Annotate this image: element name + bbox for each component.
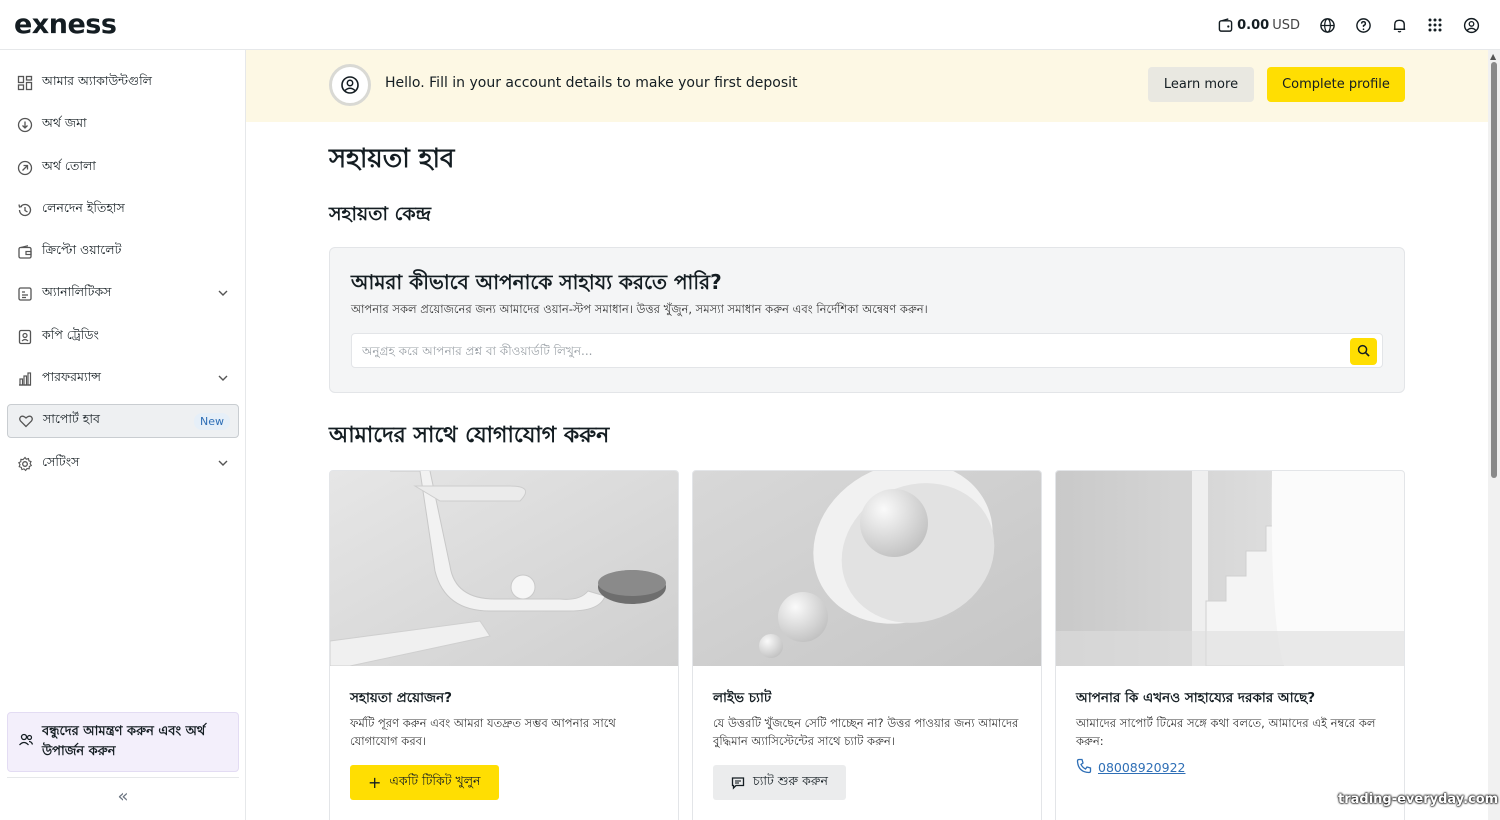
bell-icon[interactable]	[1390, 16, 1408, 34]
history-icon	[17, 202, 33, 218]
plus-icon: +	[368, 773, 382, 792]
scroll-up-arrow-icon[interactable]: ▲	[1490, 52, 1496, 61]
phone-number: 08008920922	[1098, 760, 1186, 775]
sidebar: আমার অ্যাকাউন্টগুলি অর্থ জমা অর্থ তোলা ল…	[0, 50, 246, 820]
wallet-icon	[17, 244, 33, 260]
card-title: আপনার কি এখনও সাহায্যের দরকার আছে?	[1076, 690, 1316, 706]
search-input[interactable]	[362, 334, 1342, 367]
phone-support-card: আপনার কি এখনও সাহায্যের দরকার আছে? আমাদে…	[1055, 470, 1405, 820]
double-chevron-left-icon: «	[117, 786, 129, 807]
card-illustration-stairs	[1056, 471, 1404, 666]
sidebar-item-label: ক্রিপ্টো ওয়ালেট	[42, 242, 122, 258]
chevron-down-icon[interactable]	[217, 287, 229, 302]
card-description: আমাদের সাপোর্ট টিমের সঙ্গে কথা বলতে, আমা…	[1076, 716, 1376, 748]
exness-logo[interactable]: exness	[14, 9, 117, 40]
card-description: যে উত্তরটি খুঁজছেন সেটি পাচ্ছেন না? উত্ত…	[713, 716, 1019, 748]
sidebar-item-label: অর্থ তোলা	[42, 157, 96, 173]
search-card-subtitle: আপনার সকল প্রয়োজনের জন্য আমাদের ওয়ান-স…	[351, 302, 928, 316]
sidebar-item-settings[interactable]: সেটিংস	[7, 447, 239, 481]
help-center-heading: সহায়তা কেন্দ্র	[329, 203, 431, 225]
page-title: সহায়তা হাব	[329, 144, 455, 174]
sidebar-item-my-accounts[interactable]: আমার অ্যাকাউন্টগুলি	[7, 66, 239, 100]
search-icon	[1357, 342, 1370, 361]
top-right-controls: 0.00 USD	[1216, 0, 1480, 50]
sidebar-item-label: কপি ট্রেডিং	[42, 326, 99, 342]
sidebar-item-withdraw[interactable]: অর্থ তোলা	[7, 151, 239, 185]
copy-trading-icon	[17, 329, 33, 345]
chevron-down-icon[interactable]	[217, 372, 229, 387]
analytics-icon	[17, 286, 33, 302]
sidebar-item-label: লেনদেন ইতিহাস	[42, 199, 125, 215]
live-chat-card: লাইভ চ্যাট যে উত্তরটি খুঁজছেন সেটি পাচ্ছ…	[692, 470, 1042, 820]
heart-icon	[18, 413, 34, 429]
grid-icon	[17, 75, 33, 91]
sidebar-item-crypto-wallet[interactable]: ক্রিপ্টো ওয়ালেট	[7, 235, 239, 269]
sidebar-item-deposit[interactable]: অর্থ জমা	[7, 108, 239, 142]
card-illustration-spheres	[693, 471, 1041, 666]
card-description: ফর্মটি পূরণ করুন এবং আমরা যতদ্রুত সম্ভব …	[350, 716, 616, 748]
main-content: Hello. Fill in your account details to m…	[246, 50, 1488, 820]
profile-avatar-icon	[329, 64, 371, 106]
open-ticket-button[interactable]: + একটি টিকিট খুলুন	[350, 765, 499, 800]
start-chat-button[interactable]: চ্যাট শুরু করুন	[713, 765, 846, 800]
sidebar-item-analytics[interactable]: অ্যানালিটিকস	[7, 277, 239, 311]
balance-amount: 0.00	[1237, 17, 1270, 33]
banner-message: Hello. Fill in your account details to m…	[385, 75, 798, 91]
sidebar-item-label: পারফরম্যান্স	[42, 369, 102, 385]
sidebar-item-label: অ্যানালিটিকস	[42, 284, 112, 300]
search-card: আমরা কীভাবে আপনাকে সাহায্য করতে পারি? আপ…	[329, 247, 1405, 393]
search-button[interactable]	[1350, 338, 1377, 365]
globe-icon[interactable]	[1318, 16, 1336, 34]
deposit-icon	[17, 117, 33, 133]
invite-friends-banner[interactable]: বন্ধুদের আমন্ত্রণ করুন এবং অর্থ উপার্জন …	[7, 712, 239, 772]
chevron-down-icon[interactable]	[217, 457, 229, 472]
sidebar-item-performance[interactable]: পারফরম্যান্স	[7, 362, 239, 396]
sidebar-item-history[interactable]: লেনদেন ইতিহাস	[7, 193, 239, 227]
support-ticket-card: সহায়তা প্রয়োজন? ফর্মটি পূরণ করুন এবং আ…	[329, 470, 679, 820]
help-icon[interactable]	[1354, 16, 1372, 34]
collapse-sidebar-button[interactable]: «	[7, 777, 239, 815]
card-illustration-tracks	[330, 471, 678, 666]
sidebar-nav: আমার অ্যাকাউন্টগুলি অর্থ জমা অর্থ তোলা ল…	[7, 66, 239, 489]
apps-grid-icon[interactable]	[1426, 16, 1444, 34]
watermark-text: trading-everyday.com	[1338, 792, 1499, 807]
performance-icon	[17, 371, 33, 387]
search-box	[351, 333, 1383, 368]
top-bar: exness 0.00 USD	[0, 0, 1500, 50]
chat-icon	[731, 776, 745, 790]
contact-us-heading: আমাদের সাথে যোগাযোগ করুন	[329, 423, 610, 448]
sidebar-item-label: অর্থ জমা	[42, 115, 87, 131]
gear-icon	[17, 456, 33, 472]
user-profile-icon[interactable]	[1462, 16, 1480, 34]
scrollbar-thumb[interactable]	[1491, 62, 1497, 478]
search-card-title: আমরা কীভাবে আপনাকে সাহায্য করতে পারি?	[351, 270, 722, 294]
main-scrollbar[interactable]: ▲	[1488, 50, 1500, 820]
sidebar-item-support-hub[interactable]: সাপোর্ট হাব New	[7, 404, 239, 439]
profile-banner: Hello. Fill in your account details to m…	[246, 50, 1488, 122]
phone-link[interactable]: 08008920922	[1076, 758, 1185, 777]
complete-profile-button[interactable]: Complete profile	[1267, 67, 1405, 102]
open-ticket-label: একটি টিকিট খুলুন	[389, 772, 481, 788]
balance-display[interactable]: 0.00 USD	[1216, 16, 1300, 34]
invite-text: বন্ধুদের আমন্ত্রণ করুন এবং অর্থ উপার্জন …	[42, 724, 206, 759]
card-title: সহায়তা প্রয়োজন?	[350, 690, 452, 706]
phone-icon	[1076, 758, 1092, 777]
new-badge: New	[194, 413, 230, 431]
users-icon	[18, 732, 34, 752]
withdraw-icon	[17, 160, 33, 176]
sidebar-item-label: আমার অ্যাকাউন্টগুলি	[42, 73, 152, 88]
sidebar-item-label: সাপোর্ট হাব	[43, 411, 100, 427]
learn-more-button[interactable]: Learn more	[1148, 67, 1254, 102]
start-chat-label: চ্যাট শুরু করুন	[753, 772, 828, 788]
wallet-icon	[1216, 16, 1234, 34]
sidebar-item-copy-trading[interactable]: কপি ট্রেডিং	[7, 320, 239, 354]
card-title: লাইভ চ্যাট	[713, 690, 772, 706]
balance-currency: USD	[1272, 17, 1300, 33]
sidebar-item-label: সেটিংস	[42, 453, 80, 469]
